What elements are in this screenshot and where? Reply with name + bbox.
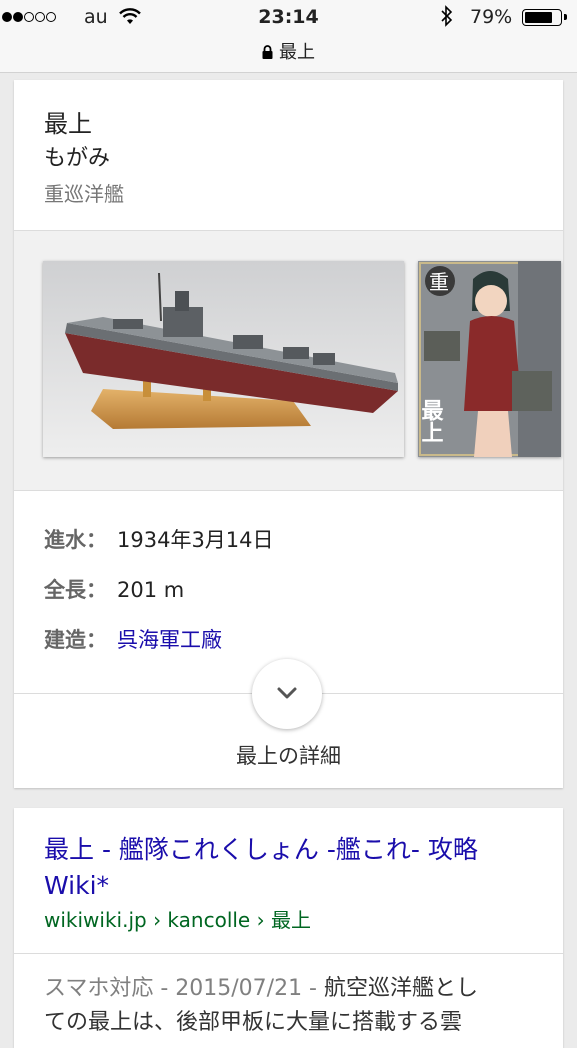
fact-label: 全長： bbox=[44, 578, 107, 602]
search-result: 最上 - 艦隊これくしょん -艦これ- 攻略 Wiki* wikiwiki.jp… bbox=[14, 808, 563, 1048]
character-card-image[interactable]: 重 最上 bbox=[418, 261, 561, 457]
entity-type: 重巡洋艦 bbox=[44, 182, 124, 206]
url-bar[interactable]: 最上 bbox=[0, 38, 577, 64]
image-carousel[interactable]: 重 最上 bbox=[14, 231, 563, 491]
entity-reading: もがみ bbox=[44, 146, 111, 171]
result-url: wikiwiki.jp › kancolle › 最上 bbox=[44, 908, 311, 932]
builder-link[interactable]: 呉海軍工廠 bbox=[117, 628, 222, 652]
fact-launched: 進水： 1934年3月14日 bbox=[44, 524, 274, 554]
card-name: 最上 bbox=[418, 399, 444, 443]
fact-label: 建造： bbox=[44, 628, 107, 652]
battery-icon bbox=[522, 9, 567, 26]
snippet-text-line2: ての最上は、後部甲板に大量に搭載する雲 bbox=[44, 1010, 463, 1035]
chevron-down-icon bbox=[277, 687, 297, 699]
page-title: 最上 bbox=[279, 42, 315, 63]
result-snippet: スマホ対応 - 2015/07/21 - 航空巡洋艦とし ての最上は、後部甲板に… bbox=[44, 972, 544, 1040]
card-badge: 重 bbox=[429, 270, 449, 294]
fact-builder: 建造： 呉海軍工廠 bbox=[44, 624, 222, 654]
battery-percent: 79% bbox=[470, 6, 513, 28]
fact-value: 1934年3月14日 bbox=[117, 528, 274, 552]
expand-button[interactable] bbox=[252, 659, 322, 729]
more-details-link[interactable]: 最上の詳細 bbox=[14, 740, 563, 770]
lock-icon bbox=[262, 43, 273, 64]
status-bar: au 23:14 79% 最上 bbox=[0, 0, 577, 73]
ship-model-image[interactable] bbox=[43, 261, 404, 457]
snippet-text: 航空巡洋艦とし bbox=[324, 976, 479, 1001]
fact-length: 全長： 201 m bbox=[44, 574, 184, 604]
fact-label: 進水： bbox=[44, 528, 107, 552]
divider bbox=[14, 953, 563, 954]
entity-title: 最上 bbox=[44, 110, 92, 138]
bluetooth-icon bbox=[440, 4, 454, 33]
knowledge-panel: 最上 もがみ 重巡洋艦 重 最上 進水： 1934年3月14日 全長： 201 … bbox=[14, 80, 563, 788]
snippet-meta: スマホ対応 - 2015/07/21 - bbox=[44, 976, 324, 1001]
divider bbox=[14, 490, 563, 491]
fact-value: 201 m bbox=[117, 578, 185, 602]
result-title-link[interactable]: 最上 - 艦隊これくしょん -艦これ- 攻略 Wiki* bbox=[44, 832, 544, 904]
